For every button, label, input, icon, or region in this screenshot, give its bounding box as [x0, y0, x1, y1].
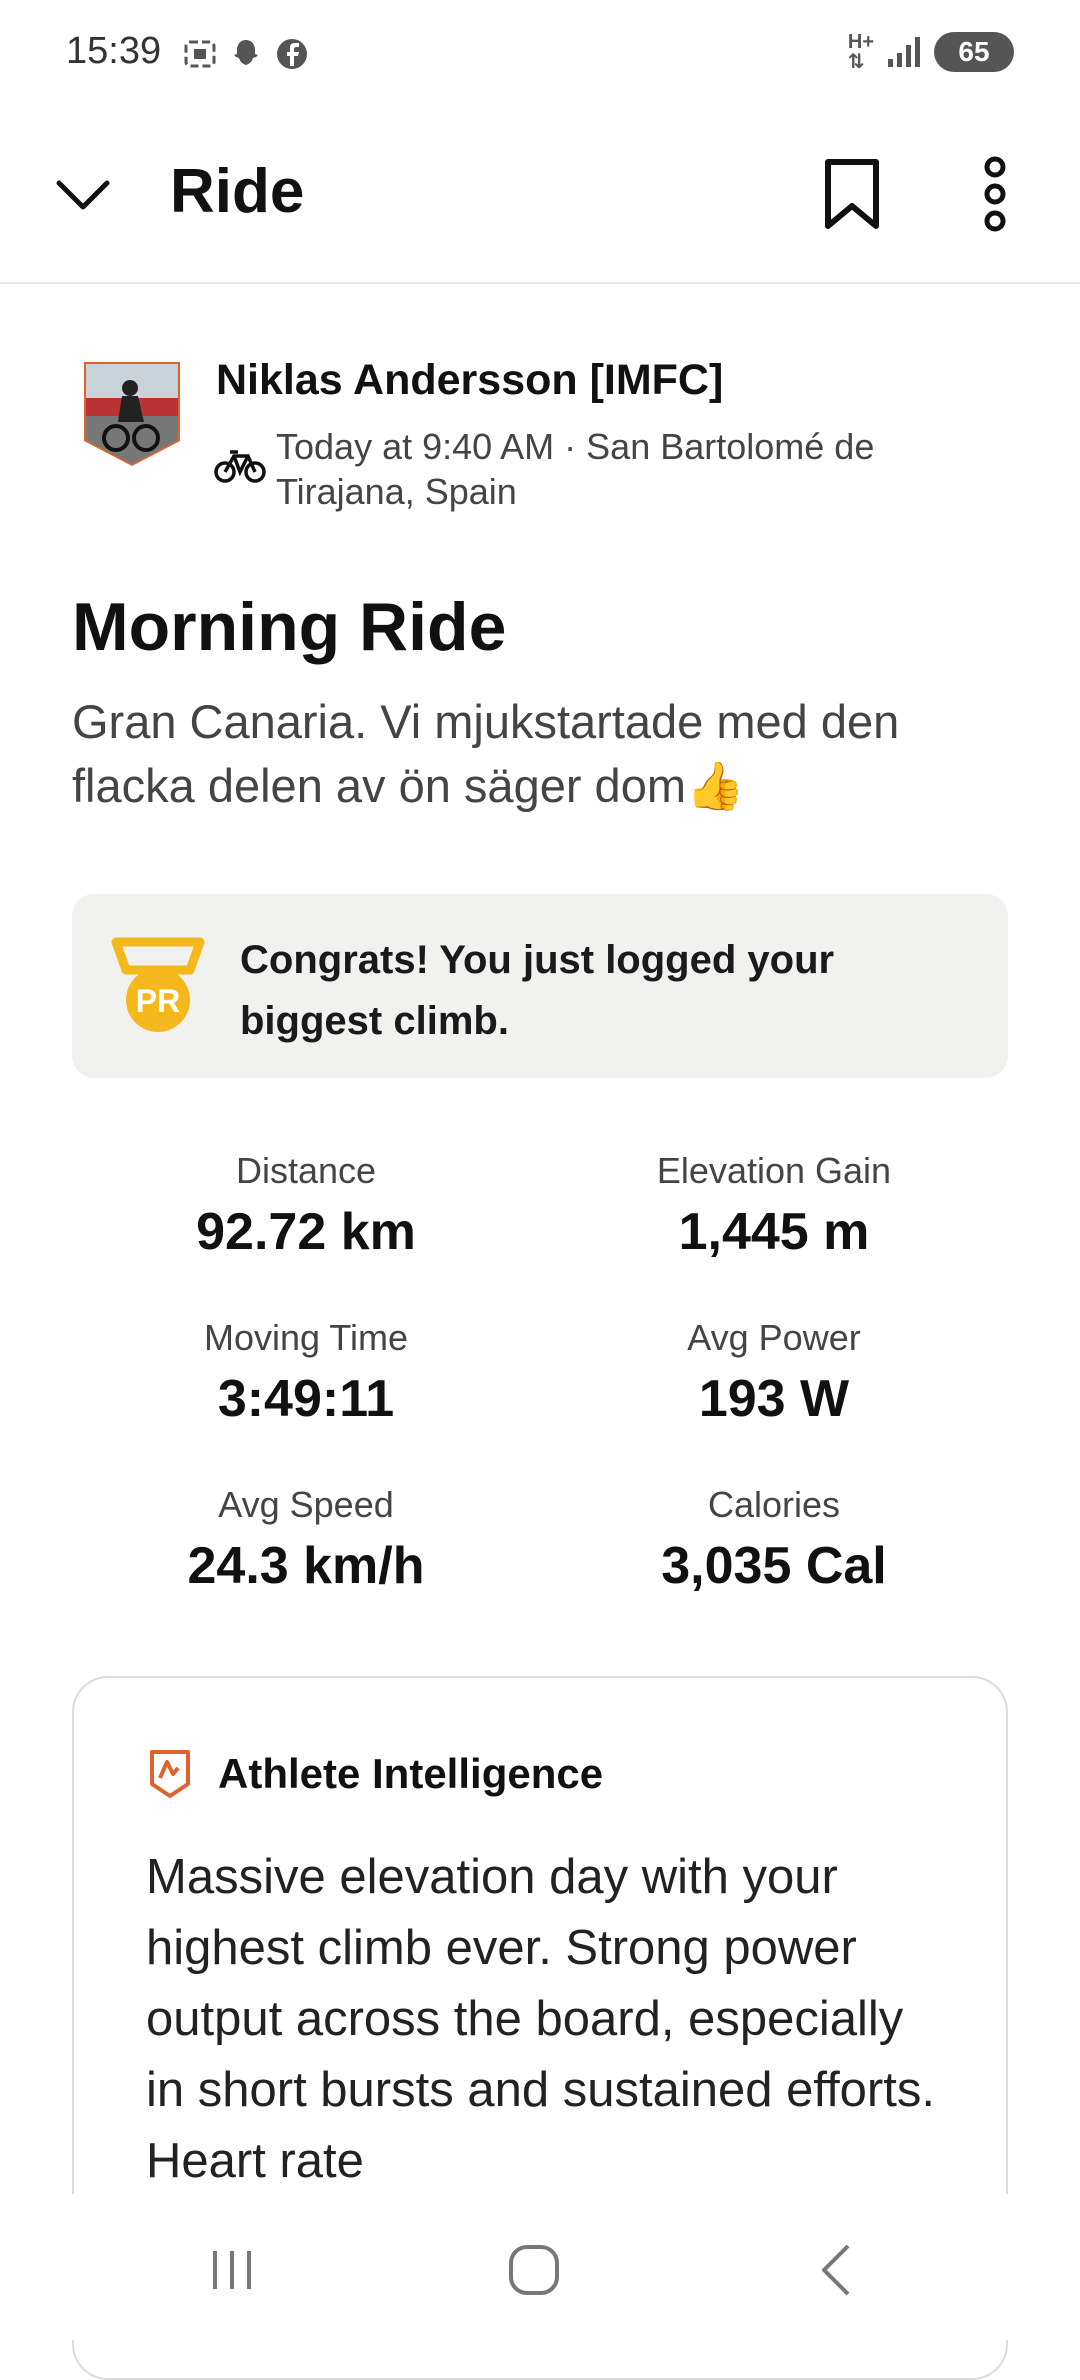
snapchat-icon [228, 36, 264, 72]
athlete-name[interactable]: Niklas Andersson [IMFC] [216, 356, 723, 405]
network-type-indicator: H+ ⇅ [847, 31, 874, 73]
chevron-down-icon [56, 180, 110, 210]
achievement-card[interactable]: PR Congrats! You just logged your bigges… [72, 894, 1008, 1078]
status-time: 15:39 [66, 30, 162, 72]
screenshot-icon [182, 36, 218, 72]
stat-value: 24.3 km/h [187, 1537, 425, 1595]
stat-value: 193 W [698, 1370, 850, 1428]
system-navigation-bar [0, 2194, 1080, 2340]
activity-meta: Today at 9:40 AM · San Bartolomé de Tira… [276, 426, 875, 512]
stat-value: 92.72 km [196, 1203, 416, 1261]
stat-calories: Calories 3,035 Cal [540, 1484, 1008, 1596]
stat-avg-power: Avg Power 193 W [540, 1317, 1008, 1429]
recent-apps-button[interactable] [182, 2230, 282, 2310]
home-icon [509, 2245, 559, 2295]
home-button[interactable] [484, 2230, 584, 2310]
notification-icons [182, 36, 310, 72]
athlete-intelligence-icon [148, 1748, 192, 1800]
recent-apps-icon [213, 2251, 251, 2289]
back-icon [822, 2244, 850, 2296]
data-arrows-icon: ⇅ [847, 51, 865, 73]
pr-badge-label: PR [136, 983, 180, 1019]
signal-strength-icon [888, 37, 920, 67]
stat-label: Elevation Gain [656, 1150, 892, 1191]
facebook-icon [274, 36, 310, 72]
stat-value: 1,445 m [678, 1203, 870, 1261]
battery-indicator: 65 [934, 32, 1014, 72]
stat-value: 3,035 Cal [661, 1537, 887, 1595]
stat-label: Moving Time [203, 1317, 409, 1358]
stat-avg-speed: Avg Speed 24.3 km/h [72, 1484, 540, 1596]
system-status: H+ ⇅ 65 [848, 32, 1014, 72]
status-bar: 15:39 H+ ⇅ 65 [0, 0, 1080, 110]
bike-icon [214, 446, 266, 486]
athlete-intelligence-title: Athlete Intelligence [218, 1750, 604, 1797]
activity-description: Gran Canaria. Vi mjukstartade med den fl… [72, 695, 900, 812]
athlete-intelligence-summary: Massive elevation day with your highest … [146, 1850, 935, 2188]
bookmark-button[interactable] [812, 146, 892, 242]
avatar[interactable] [80, 358, 184, 470]
stat-value: 3:49:11 [217, 1370, 395, 1428]
back-button[interactable] [786, 2230, 886, 2310]
page-title: Ride [170, 157, 305, 226]
stat-moving-time: Moving Time 3:49:11 [72, 1317, 540, 1429]
app-header: Ride [0, 110, 1080, 284]
bookmark-icon [825, 159, 879, 229]
stat-distance: Distance 92.72 km [72, 1150, 540, 1262]
stat-label: Calories [707, 1484, 841, 1525]
collapse-button[interactable] [48, 160, 118, 230]
more-vertical-icon [984, 156, 1006, 232]
stat-label: Avg Speed [218, 1484, 394, 1525]
pr-medal-icon: PR [110, 936, 206, 1036]
achievement-text: Congrats! You just logged your biggest c… [240, 938, 835, 1043]
stat-elevation-gain: Elevation Gain 1,445 m [540, 1150, 1008, 1262]
stat-label: Distance [235, 1150, 377, 1191]
more-options-button[interactable] [960, 146, 1030, 242]
stat-label: Avg Power [687, 1317, 861, 1358]
activity-title: Morning Ride [72, 589, 507, 665]
